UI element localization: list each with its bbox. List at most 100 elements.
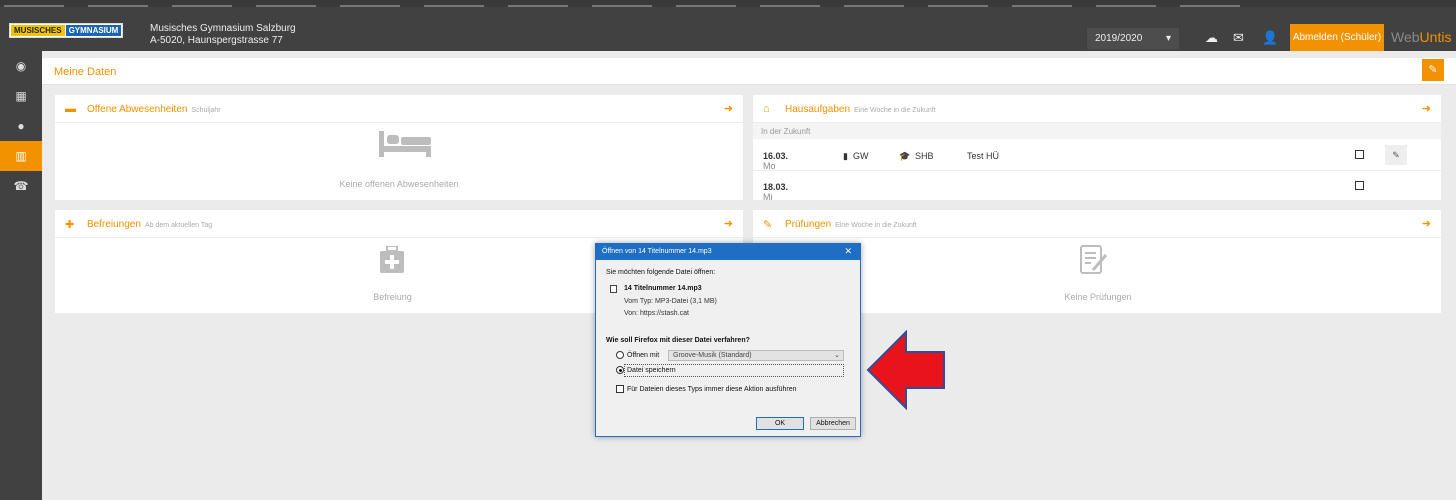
bed-icon: ▬ (65, 103, 76, 115)
panel-title: Hausaufgaben Eine Woche in die Zukunft (785, 104, 936, 115)
bookmarks-bar (0, 0, 1456, 7)
sidebar-item-dashboard[interactable]: ◉ (0, 51, 42, 81)
logout-button[interactable]: Abmelden (Schüler) (1290, 24, 1384, 51)
open-with-select[interactable]: Groove-Musik (Standard) ⌄ (668, 350, 844, 361)
school-year-select[interactable]: 2019/2020 ▾ (1087, 28, 1179, 49)
sidebar-item-calendar[interactable]: ▦ (0, 81, 42, 111)
absences-panel: ▬ Offene Abwesenheiten Schuljahr ➜ Keine … (55, 95, 743, 200)
homework-day: Mi 18.03. (763, 182, 789, 202)
school-info: Musisches Gymnasium Salzburg A-5020, Hau… (150, 23, 296, 47)
panel-title: Offene Abwesenheiten Schuljahr (87, 104, 221, 115)
sidebar-item-my-data[interactable]: ▥ (0, 141, 42, 171)
pencil-icon: ✎ (1428, 64, 1438, 76)
arrow-right-icon[interactable]: ➜ (1422, 102, 1431, 115)
exemptions-empty-text: Befreiung (373, 292, 412, 302)
book-icon: ▮ (843, 151, 848, 161)
medkit-icon: ✚ (65, 219, 75, 231)
home-icon: ⌂ (763, 103, 770, 115)
dialog-titlebar[interactable]: Öffnen von 14 Titelnummer 14.mp3 ✕ (596, 244, 860, 260)
top-bar: MUSISCHES GYMNASIUM Musisches Gymnasium … (0, 7, 1456, 51)
sidebar-item-messages[interactable]: ● (0, 111, 42, 141)
logo-part-2: GYMNASIUM (65, 25, 122, 36)
homework-done-checkbox[interactable] (1355, 150, 1364, 159)
homework-day: Mo 16.03. (763, 151, 788, 171)
dialog-filename: 14 Titelnummer 14.mp3 (624, 285, 702, 292)
cancel-button[interactable]: Abbrechen (810, 417, 856, 430)
book-icon: ▥ (15, 149, 27, 163)
absences-empty-text: Keine offenen Abwesenheiten (339, 179, 459, 189)
date: 18.03. (763, 182, 789, 192)
close-icon[interactable]: ✕ (844, 246, 852, 257)
panel-header[interactable]: ▬ Offene Abwesenheiten Schuljahr ➜ (55, 95, 743, 123)
homework-section-label: In der Zukunft (753, 123, 1441, 139)
absences-title: Offene Abwesenheiten (87, 104, 188, 115)
always-do-label: Für Dateien dieses Typs immer diese Akti… (627, 386, 797, 393)
cloud-upload-icon[interactable]: ☁ (1205, 30, 1218, 46)
exam-edit-icon: ✎ (763, 219, 773, 231)
panel-title: Befreiungen Ab dem aktuellen Tag (87, 219, 212, 230)
brand-untis: Untis (1419, 29, 1452, 45)
bed-large-icon (375, 131, 435, 160)
exams-title: Prüfungen (785, 219, 832, 230)
medkit-large-icon (377, 245, 407, 277)
exams-subtitle: Eine Woche in die Zukunft (835, 222, 917, 229)
red-arrow-annotation (866, 330, 945, 410)
chevron-down-icon: ⌄ (834, 352, 840, 359)
arrow-right-icon[interactable]: ➜ (1422, 217, 1431, 230)
edit-button[interactable]: ✎ (1422, 59, 1444, 81)
school-year-value: 2019/2020 (1095, 33, 1143, 44)
messages-icon: ● (17, 119, 25, 133)
exam-large-icon (1077, 244, 1111, 279)
arrow-right-icon[interactable]: ➜ (724, 102, 733, 115)
school-address: A-5020, Haunspergstrasse 77 (150, 35, 283, 46)
weekday: Mi (763, 192, 773, 202)
teacher: SHB (915, 151, 934, 161)
dialog-intro: Sie möchten folgende Datei öffnen: (606, 269, 716, 276)
panel-title: Prüfungen Eine Woche in die Zukunft (785, 219, 917, 230)
dashboard-icon: ◉ (15, 59, 27, 73)
ok-button[interactable]: OK (756, 417, 804, 430)
page-title: Meine Daten (54, 66, 117, 78)
exemptions-title: Befreiungen (87, 219, 141, 230)
exams-empty-text: Keine Prüfungen (1064, 292, 1132, 302)
file-icon (610, 285, 617, 293)
absences-subtitle: Schuljahr (191, 107, 221, 114)
dialog-source: Von: https://stash.cat (624, 310, 689, 317)
envelope-icon[interactable]: ✉ (1233, 30, 1244, 46)
save-file-radio[interactable] (616, 366, 624, 374)
subject: GW (853, 151, 869, 161)
panel-header[interactable]: ⌂ Hausaufgaben Eine Woche in die Zukunft … (753, 95, 1441, 123)
dialog-filetype: Vom Typ: MP3-Datei (3,1 MB) (624, 298, 717, 305)
homework-done-checkbox[interactable] (1355, 181, 1364, 190)
open-with-value: Groove-Musik (Standard) (673, 352, 752, 359)
homework-panel: ⌂ Hausaufgaben Eine Woche in die Zukunft … (753, 95, 1441, 290)
paperclip-icon[interactable]: ✎ (1385, 145, 1407, 165)
sidebar-item-contacts[interactable]: ☎ (0, 171, 42, 201)
homework-row[interactable]: Mi 18.03. (753, 172, 1441, 202)
dialog-question: Wie soll Firefox mit dieser Datei verfah… (606, 337, 750, 344)
graduation-cap-icon: 🎓 (899, 151, 911, 161)
always-do-checkbox[interactable] (616, 385, 624, 393)
brand-web: Web (1391, 29, 1420, 45)
panel-header[interactable]: ✚ Befreiungen Ab dem aktuellen Tag ➜ (55, 210, 743, 238)
homework-text: Test HÜ (967, 151, 1000, 161)
arrow-right-icon[interactable]: ➜ (724, 217, 733, 230)
homework-title: Hausaufgaben (785, 104, 851, 115)
caret-down-icon: ▾ (1165, 33, 1171, 44)
page-header: Meine Daten ✎ (42, 58, 1456, 85)
open-with-label: Öffnen mit (627, 352, 660, 359)
logo-part-1: MUSISCHES (11, 25, 65, 36)
webuntis-brand[interactable]: WebUntis (1391, 29, 1451, 45)
school-logo[interactable]: MUSISCHES GYMNASIUM (9, 23, 124, 38)
exemptions-subtitle: Ab dem aktuellen Tag (144, 222, 213, 229)
sidebar: ◉ ▦ ● ▥ ☎ (0, 51, 42, 500)
user-icon[interactable]: 👤 (1262, 30, 1278, 46)
download-dialog: Öffnen von 14 Titelnummer 14.mp3 ✕ Sie m… (595, 243, 861, 437)
calendar-icon: ▦ (15, 89, 27, 103)
homework-row[interactable]: Mo 16.03. ▮ GW 🎓 SHB Test HÜ ✎ (753, 141, 1441, 171)
open-with-radio[interactable] (616, 351, 624, 359)
homework-subtitle: Eine Woche in die Zukunft (854, 107, 936, 114)
weekday: Mo (763, 161, 776, 171)
panel-header[interactable]: ✎ Prüfungen Eine Woche in die Zukunft ➜ (753, 210, 1441, 238)
dialog-title: Öffnen von 14 Titelnummer 14.mp3 (602, 248, 712, 255)
